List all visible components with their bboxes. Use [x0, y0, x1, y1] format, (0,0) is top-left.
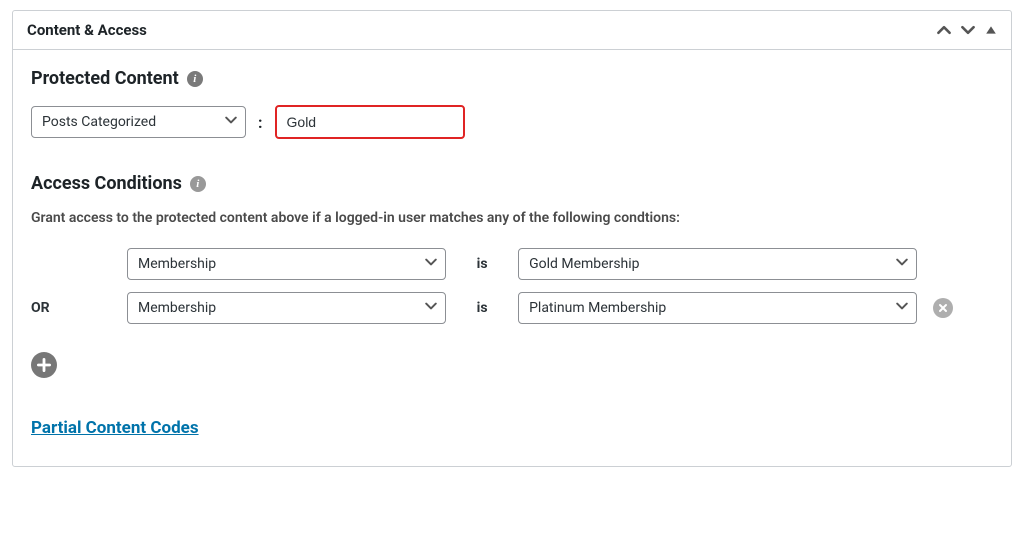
protected-value-input[interactable] — [275, 105, 465, 139]
condition-row: OR Membership is Platinum Membership — [31, 292, 993, 324]
condition-key-value: Membership — [138, 256, 216, 272]
chevron-down-icon — [425, 256, 437, 272]
condition-verb: is — [462, 300, 502, 316]
protected-content-heading: Protected Content i — [31, 68, 993, 89]
condition-key-select[interactable]: Membership — [127, 248, 446, 280]
panel-body: Protected Content i Posts Categorized : … — [13, 50, 1011, 466]
condition-verb: is — [462, 256, 502, 272]
conditions-list: Membership is Gold Membership OR M — [31, 248, 993, 324]
condition-value: Platinum Membership — [529, 300, 666, 316]
panel-controls — [937, 23, 997, 37]
collapse-toggle-icon[interactable] — [985, 24, 997, 36]
move-down-icon[interactable] — [961, 23, 975, 37]
condition-key-select[interactable]: Membership — [127, 292, 446, 324]
content-access-panel: Content & Access Protected Content i Pos… — [12, 10, 1012, 467]
panel-title: Content & Access — [27, 21, 147, 39]
panel-header: Content & Access — [13, 11, 1011, 50]
remove-condition-button[interactable] — [933, 298, 953, 318]
access-conditions-heading-text: Access Conditions — [31, 173, 182, 194]
separator: : — [258, 113, 263, 132]
condition-value-select[interactable]: Platinum Membership — [518, 292, 917, 324]
condition-value-select[interactable]: Gold Membership — [518, 248, 917, 280]
chevron-down-icon — [225, 114, 237, 130]
protected-type-select[interactable]: Posts Categorized — [31, 106, 246, 138]
partial-content-codes-link[interactable]: Partial Content Codes — [31, 418, 199, 438]
chevron-down-icon — [896, 256, 908, 272]
move-up-icon[interactable] — [937, 23, 951, 37]
access-conditions-heading: Access Conditions i — [31, 173, 993, 194]
chevron-down-icon — [896, 300, 908, 316]
or-label: OR — [31, 300, 111, 316]
access-description: Grant access to the protected content ab… — [31, 210, 993, 226]
info-icon[interactable]: i — [190, 176, 206, 192]
condition-row: Membership is Gold Membership — [31, 248, 993, 280]
protected-content-heading-text: Protected Content — [31, 68, 179, 89]
protected-type-value: Posts Categorized — [42, 114, 156, 130]
info-icon[interactable]: i — [187, 71, 203, 87]
condition-key-value: Membership — [138, 300, 216, 316]
condition-value: Gold Membership — [529, 256, 639, 272]
protected-content-row: Posts Categorized : — [31, 105, 993, 139]
add-condition-button[interactable] — [31, 352, 57, 378]
chevron-down-icon — [425, 300, 437, 316]
